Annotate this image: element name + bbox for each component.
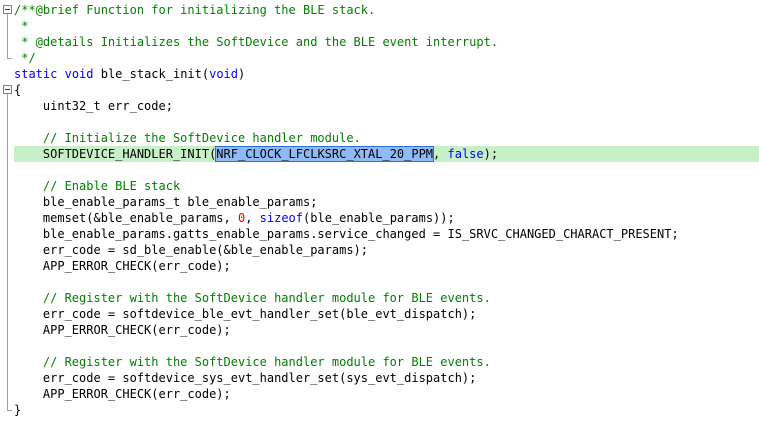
- code-line[interactable]: // Register with the SoftDevice handler …: [14, 354, 759, 370]
- code-token: void: [209, 67, 238, 81]
- code-line[interactable]: ble_enable_params_t ble_enable_params;: [14, 194, 759, 210]
- fold-collapse-icon[interactable]: [3, 85, 12, 94]
- code-token: memset(&ble_enable_params,: [14, 211, 238, 225]
- code-token: err_code = softdevice_sys_evt_handler_se…: [14, 371, 477, 385]
- fold-collapse-icon[interactable]: [3, 5, 12, 14]
- code-token: ): [238, 67, 246, 81]
- code-token: ble_stack_init(: [93, 67, 210, 81]
- code-line[interactable]: {: [14, 82, 759, 98]
- fold-end-marker: [7, 58, 12, 59]
- code-line[interactable]: /**@brief Function for initializing the …: [14, 2, 759, 18]
- code-token: ble_enable_params.gatts_enable_params.se…: [14, 227, 679, 241]
- code-token: // Initialize the SoftDevice handler mod…: [14, 131, 361, 145]
- code-token: // Enable BLE stack: [14, 179, 181, 193]
- code-line[interactable]: err_code = sd_ble_enable(&ble_enable_par…: [14, 242, 759, 258]
- fold-guide-line: [7, 94, 8, 410]
- fold-end-marker: [7, 410, 12, 411]
- code-line[interactable]: err_code = softdevice_sys_evt_handler_se…: [14, 370, 759, 386]
- code-area[interactable]: /**@brief Function for initializing the …: [14, 0, 759, 418]
- code-editor[interactable]: /**@brief Function for initializing the …: [0, 0, 759, 422]
- code-token: uint32_t err_code;: [14, 99, 173, 113]
- fold-gutter: [0, 0, 14, 422]
- code-line[interactable]: *: [14, 18, 759, 34]
- code-token: {: [14, 83, 22, 97]
- code-token: false: [447, 147, 484, 161]
- code-line[interactable]: static void ble_stack_init(void): [14, 66, 759, 82]
- code-token: }: [14, 403, 22, 417]
- selected-text: NRF_CLOCK_LFCLKSRC_XTAL_20_PPM: [215, 146, 435, 162]
- code-token: ble_enable_params_t ble_enable_params;: [14, 195, 318, 209]
- code-token: APP_ERROR_CHECK(err_code);: [14, 387, 231, 401]
- code-token: ,: [433, 147, 448, 161]
- code-line[interactable]: APP_ERROR_CHECK(err_code);: [14, 322, 759, 338]
- code-line[interactable]: // Register with the SoftDevice handler …: [14, 290, 759, 306]
- code-line[interactable]: [14, 114, 759, 130]
- code-token: ,: [245, 211, 260, 225]
- code-token: APP_ERROR_CHECK(err_code);: [14, 323, 231, 337]
- code-token: sizeof: [259, 211, 304, 225]
- code-line[interactable]: ble_enable_params.gatts_enable_params.se…: [14, 226, 759, 242]
- code-token: err_code = sd_ble_enable(&ble_enable_par…: [14, 243, 369, 257]
- code-line[interactable]: // Enable BLE stack: [14, 178, 759, 194]
- fold-guide-line: [7, 14, 8, 58]
- code-token: err_code = softdevice_ble_evt_handler_se…: [14, 307, 477, 321]
- code-token: */: [14, 51, 36, 65]
- code-line[interactable]: */: [14, 50, 759, 66]
- code-token: * @details Initializes the SoftDevice an…: [14, 35, 499, 49]
- current-line[interactable]: SOFTDEVICE_HANDLER_INIT(NRF_CLOCK_LFCLKS…: [14, 146, 759, 162]
- code-token: );: [483, 147, 499, 161]
- code-token: (ble_enable_params));: [303, 211, 455, 225]
- code-line[interactable]: memset(&ble_enable_params, 0, sizeof(ble…: [14, 210, 759, 226]
- code-line[interactable]: err_code = softdevice_ble_evt_handler_se…: [14, 306, 759, 322]
- code-token: /**@brief Function for initializing the …: [14, 3, 376, 17]
- code-line[interactable]: APP_ERROR_CHECK(err_code);: [14, 258, 759, 274]
- code-line[interactable]: // Initialize the SoftDevice handler mod…: [14, 130, 759, 146]
- code-token: void: [64, 67, 94, 81]
- code-line[interactable]: uint32_t err_code;: [14, 98, 759, 114]
- code-token: // Register with the SoftDevice handler …: [14, 355, 491, 369]
- code-token: APP_ERROR_CHECK(err_code);: [14, 259, 231, 273]
- code-token: *: [14, 19, 29, 33]
- code-line[interactable]: [14, 162, 759, 178]
- code-line[interactable]: [14, 274, 759, 290]
- code-token: SOFTDEVICE_HANDLER_INIT(: [14, 147, 217, 161]
- code-token: // Register with the SoftDevice handler …: [14, 291, 491, 305]
- code-line[interactable]: * @details Initializes the SoftDevice an…: [14, 34, 759, 50]
- code-line[interactable]: APP_ERROR_CHECK(err_code);: [14, 386, 759, 402]
- code-token: static: [14, 67, 58, 81]
- code-line[interactable]: [14, 338, 759, 354]
- code-line[interactable]: }: [14, 402, 759, 418]
